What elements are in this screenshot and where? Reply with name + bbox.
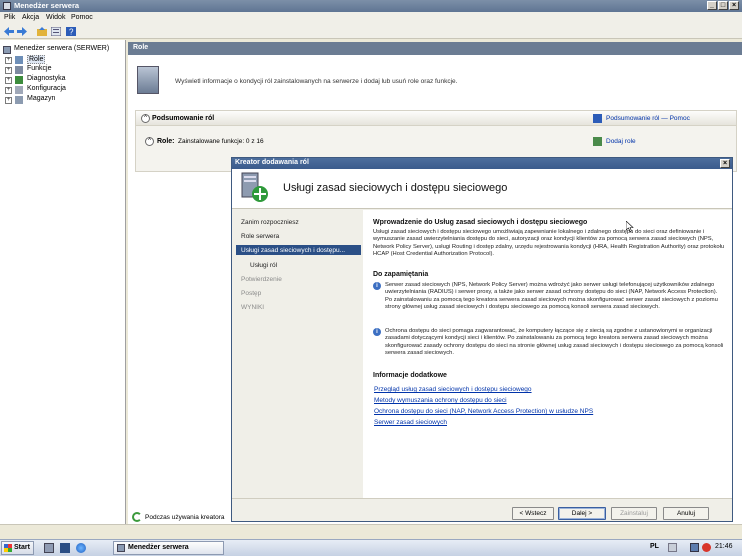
menu-view[interactable]: Widok (46, 14, 65, 21)
menu-action[interactable]: Akcja (22, 14, 39, 21)
start-button[interactable]: Start (1, 541, 34, 555)
title-bar: Menedżer serwera _ □ × (0, 0, 742, 12)
taskbar-item-server-manager[interactable]: Menedżer serwera (113, 541, 224, 555)
taskbar (0, 539, 742, 556)
section-intro-title: Wprowadzenie do Usług zasad sieciowych i… (373, 219, 588, 226)
language-indicator[interactable]: PL (650, 543, 659, 550)
note-nap: Ochrona dostępu do sieci pomaga zagwaran… (385, 328, 724, 357)
nav-before-you-begin[interactable]: Zanim rozpoczniesz (241, 219, 299, 226)
nav-server-roles[interactable]: Role serwera (241, 233, 279, 240)
windows-logo-icon (4, 544, 12, 552)
back-icon[interactable] (4, 27, 14, 36)
navigation-tree: Menedżer serwera (SERWER) + Role + Funkc… (0, 40, 126, 524)
window-title: Menedżer serwera (14, 1, 80, 10)
wizard-title-bar: Kreator dodawania ról × (232, 158, 732, 169)
close-button[interactable]: × (729, 1, 739, 10)
tree-item-roles[interactable]: Role (27, 55, 46, 64)
taskbar-item-label: Menedżer serwera (128, 544, 189, 551)
wizard-footer (232, 498, 732, 521)
note-nps: Serwer zasad sieciowych (NPS, Network Po… (385, 282, 718, 311)
properties-icon[interactable] (51, 27, 61, 36)
roles-server-icon (137, 66, 159, 94)
tree-item-storage[interactable]: Magazyn (27, 95, 55, 102)
internet-explorer-icon[interactable] (76, 543, 86, 553)
wizard-heading: Usługi zasad sieciowych i dostępu siecio… (283, 182, 508, 194)
alert-icon[interactable] (702, 543, 711, 552)
nav-role-services[interactable]: Usługi ról (250, 262, 277, 269)
svg-text:?: ? (69, 28, 74, 37)
nav-results: WYNIKI (241, 304, 265, 311)
back-button[interactable]: < Wstecz (512, 507, 554, 520)
install-button: Zainstaluj (611, 507, 657, 520)
info-icon: i (373, 328, 381, 336)
mouse-cursor-icon (626, 221, 634, 232)
link-overview[interactable]: Przegląd usług zasad sieciowych i dostęp… (374, 386, 532, 393)
link-nap-nps[interactable]: Ochrona dostępu do sieci (NAP, Network A… (374, 408, 593, 415)
menu-file[interactable]: Plik (4, 14, 15, 21)
menu-help[interactable]: Pomoc (71, 14, 93, 21)
tree-item-diagnostics[interactable]: Diagnostyka (27, 75, 66, 82)
configuration-icon (15, 86, 23, 94)
features-icon (15, 66, 23, 74)
main-header-title: Role (133, 44, 149, 51)
storage-icon (15, 96, 23, 104)
keyboard-icon[interactable] (668, 543, 677, 552)
system-tray: PL 21:46 (646, 540, 742, 556)
powershell-icon[interactable] (60, 543, 70, 553)
server-manager-quicklaunch-icon[interactable] (44, 543, 54, 553)
info-icon: i (373, 282, 381, 290)
up-icon[interactable] (37, 27, 47, 36)
cancel-button[interactable]: Anuluj (663, 507, 709, 520)
summary-help-link[interactable]: Podsumowanie ról — Pomoc (606, 115, 690, 122)
server-manager-icon (117, 544, 125, 552)
collapse-icon[interactable]: ^ (141, 114, 150, 123)
roles-count: Zainstalowane funkcje: 0 z 16 (178, 138, 264, 145)
wizard-title: Kreator dodawania ról (235, 159, 309, 166)
maximize-button[interactable]: □ (718, 1, 728, 10)
main-header: Role (128, 42, 742, 55)
section-more-info-title: Informacje dodatkowe (373, 372, 447, 379)
roles-icon (15, 56, 23, 64)
toolbar: ? (0, 24, 742, 39)
wizard-close-icon[interactable]: × (720, 159, 730, 168)
next-button[interactable]: Dalej > (558, 507, 606, 520)
nav-progress: Postęp (241, 290, 262, 297)
progress-text: Podczas używania kreatora (145, 514, 225, 521)
server-icon (3, 46, 11, 54)
start-label: Start (14, 544, 30, 551)
forward-icon[interactable] (17, 27, 27, 36)
expand-icon[interactable]: + (5, 87, 12, 94)
help-icon (593, 114, 602, 123)
nav-confirmation: Potwierdzenie (241, 276, 282, 283)
clock[interactable]: 21:46 (715, 543, 733, 550)
roles-label: Role: (157, 138, 175, 145)
summary-title: Podsumowanie ról (152, 115, 215, 122)
add-server-icon (241, 172, 268, 202)
status-bar (0, 524, 742, 538)
section-remember-title: Do zapamiętania (373, 271, 429, 278)
help-icon[interactable]: ? (66, 27, 76, 36)
expand-icon[interactable]: + (5, 67, 12, 74)
intro-text: Wyświetl informacje o kondycji ról zains… (175, 78, 458, 85)
expand-icon[interactable]: + (5, 97, 12, 104)
tree-item-features[interactable]: Funkcje (27, 65, 52, 72)
tree-root[interactable]: Menedżer serwera (SERWER) (14, 45, 109, 52)
link-enforcement-methods[interactable]: Metody wymuszania ochrony dostępu do sie… (374, 397, 507, 404)
collapse-icon[interactable]: ^ (145, 137, 154, 146)
add-role-icon (593, 137, 602, 146)
expand-icon[interactable]: + (5, 77, 12, 84)
diagnostics-icon (15, 76, 23, 84)
link-nps[interactable]: Serwer zasad sieciowych (374, 419, 447, 426)
section-intro-text: Usługi zasad sieciowych i dostępu siecio… (373, 229, 725, 258)
progress-icon (132, 512, 142, 522)
add-role-link[interactable]: Dodaj role (606, 138, 636, 145)
minimize-button[interactable]: _ (707, 1, 717, 10)
network-icon[interactable] (690, 543, 699, 552)
app-icon (3, 2, 11, 10)
tree-item-configuration[interactable]: Konfiguracja (27, 85, 66, 92)
menu-bar: Plik Akcja Widok Pomoc (0, 12, 742, 24)
expand-icon[interactable]: + (5, 57, 12, 64)
nav-nps-roles[interactable]: Usługi zasad sieciowych i dostępu... (241, 247, 345, 254)
